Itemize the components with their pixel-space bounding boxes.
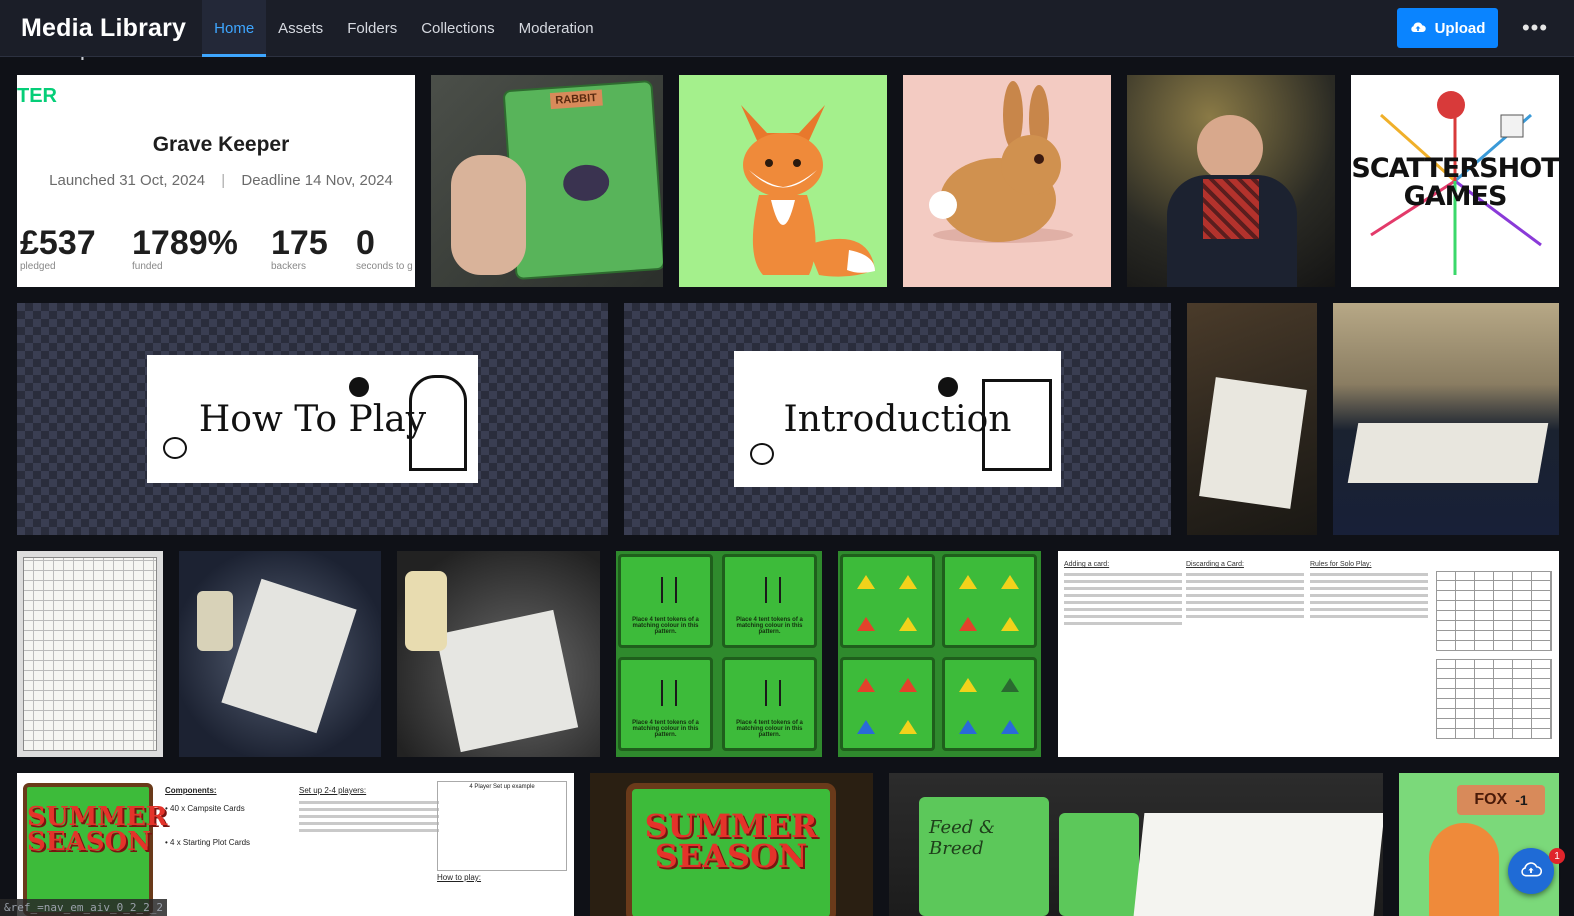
more-options-icon[interactable]: ••• [1520, 14, 1550, 42]
introduction-banner: Introduction [734, 351, 1061, 487]
asset-thumbnail-fox[interactable] [679, 75, 887, 287]
gravestone-icon [409, 375, 467, 471]
asset-thumbnail-bunny[interactable] [903, 75, 1111, 287]
cloud-upload-icon [1520, 861, 1543, 882]
pattern-card: Place 4 tent tokens of a matching colour… [618, 554, 713, 648]
asset-thumbnail-introduction[interactable]: Introduction [624, 303, 1171, 535]
how-to-play-text: How To Play [198, 398, 427, 440]
rules-components: Components: • 40 x Campsite Cards • 4 x … [165, 786, 251, 847]
rules-adding-heading: Adding a card: [1064, 561, 1110, 568]
stat-funded: 1789% funded [132, 224, 238, 272]
asset-thumbnail-sheet-lantern[interactable] [179, 551, 381, 757]
person-figure [1197, 115, 1263, 181]
asset-thumbnail-rabbit-card-hand[interactable]: RABBIT [431, 75, 663, 287]
fox-illustration [741, 105, 875, 277]
bunny-illustration [929, 81, 1073, 243]
how-to-play-banner: How To Play [147, 355, 478, 483]
app-title[interactable]: Media Library [21, 14, 186, 43]
kickstarter-logo: TER [17, 85, 57, 107]
campaign-dates: Launched 31 Oct, 2024 | Deadline 14 Nov,… [49, 172, 393, 189]
deadline-date: Deadline 14 Nov, 2024 [241, 172, 393, 189]
introduction-text: Introduction [783, 398, 1012, 440]
asset-thumbnail-score-sheet[interactable] [17, 551, 163, 757]
asset-thumbnail-summer-rules[interactable]: SUMMER SEASON Components: • 40 x Campsite… [17, 773, 574, 916]
pattern-card: Place 4 tent tokens of a matching colour… [618, 657, 713, 751]
asset-thumbnail-fox-card[interactable]: FOX -1 [1399, 773, 1559, 916]
pattern-card: Place 4 tent tokens of a matching colour… [722, 657, 817, 751]
main-nav: Home Assets Folders Collections Moderati… [202, 0, 605, 57]
tent-card [840, 657, 935, 751]
campaign-title: Grave Keeper [152, 133, 290, 156]
tab-collections[interactable]: Collections [409, 0, 506, 57]
asset-thumbnail-sheet-on-ground[interactable] [1187, 303, 1317, 535]
rules-discarding-heading: Discarding a Card: [1186, 561, 1244, 568]
stat-backers: 175 backers [271, 224, 328, 272]
launch-date: Launched 31 Oct, 2024 [49, 172, 206, 189]
rabbit-silhouette [562, 163, 611, 203]
spider-icon [349, 377, 369, 397]
tab-folders[interactable]: Folders [335, 0, 409, 57]
rules-solo-heading: Rules for Solo Play: [1310, 561, 1372, 568]
asset-thumbnail-sheet-candle[interactable] [397, 551, 600, 757]
asset-thumbnail-how-to-play[interactable]: How To Play [17, 303, 608, 535]
stat-pledged: £537 pledged [20, 224, 96, 272]
skull-icon [750, 443, 774, 465]
tent-card [840, 554, 935, 648]
feed-breed-title: Feed & Breed [929, 817, 996, 859]
asset-thumbnail-summer-card[interactable]: SUMMER SEASON [590, 773, 873, 916]
stat-seconds: 0 seconds to g [356, 224, 413, 272]
setup-example: 4 Player Set up example [437, 781, 567, 871]
rules-setup: Set up 2-4 players: [299, 785, 439, 836]
asset-thumbnail-feed-breed[interactable]: Feed & Breed [889, 773, 1383, 916]
hand [451, 155, 526, 275]
notification-badge: 1 [1549, 848, 1565, 864]
asset-thumbnail-game-table[interactable] [1333, 303, 1559, 535]
spider-icon [938, 377, 958, 397]
cloud-upload-icon [1410, 20, 1426, 37]
asset-thumbnail-tent-cards[interactable] [838, 551, 1041, 757]
asset-thumbnail-scattershot-logo[interactable]: SCATTERSHOT GAMES [1351, 75, 1559, 287]
asset-thumbnail-rules-sheet[interactable]: Adding a card: Discarding a Card: Rules … [1058, 551, 1559, 757]
rabbit-card-label: RABBIT [549, 89, 603, 110]
tab-moderation[interactable]: Moderation [507, 0, 606, 57]
summer-season-title: SUMMER SEASON [644, 807, 818, 876]
score-table [1436, 571, 1552, 651]
asset-thumbnail-pattern-cards[interactable]: Place 4 tent tokens of a matching colour… [616, 551, 822, 757]
debug-url-text: &ref_=nav_em_aiv_0_2_2_2 [0, 899, 167, 916]
fox-card-value: -1 [1515, 792, 1528, 808]
tab-home[interactable]: Home [202, 0, 267, 57]
asset-thumbnail-kickstarter[interactable]: TER Grave Keeper Launched 31 Oct, 2024 |… [17, 75, 415, 287]
skull-icon [163, 437, 187, 459]
logo-text: SCATTERSHOT GAMES [1351, 153, 1559, 212]
top-bar: Media Library Home Assets Folders Collec… [0, 0, 1574, 57]
asset-thumbnail-woman-lights[interactable] [1127, 75, 1335, 287]
upload-button[interactable]: Upload [1397, 8, 1498, 48]
rules-howto: How to play: [437, 873, 482, 882]
rabbit-card: RABBIT [502, 79, 663, 281]
tab-assets[interactable]: Assets [266, 0, 335, 57]
pattern-card: Place 4 tent tokens of a matching colour… [722, 554, 817, 648]
score-table [1436, 659, 1552, 739]
summer-season-title: SUMMER SEASON [27, 802, 168, 857]
house-icon [982, 379, 1052, 471]
floating-upload-button[interactable] [1508, 848, 1554, 894]
tent-card [942, 554, 1037, 648]
tent-card [942, 657, 1037, 751]
upload-label: Upload [1434, 19, 1486, 37]
fox-card-label: FOX [1474, 791, 1508, 808]
